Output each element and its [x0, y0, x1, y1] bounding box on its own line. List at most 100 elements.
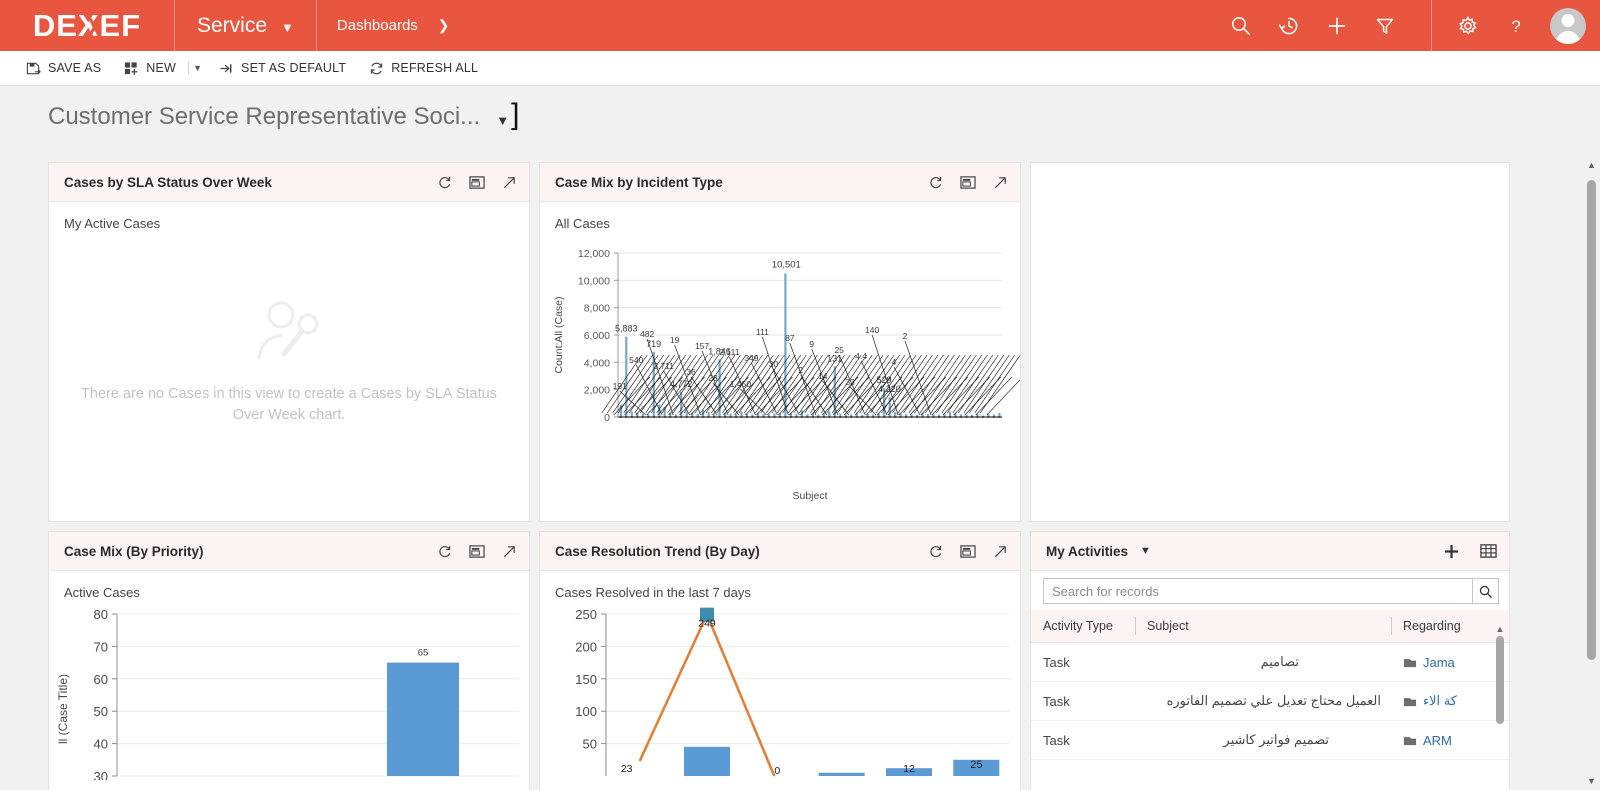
app-name-label: Service	[197, 14, 267, 38]
cell-subject[interactable]: تصميم فواتير كاشير	[1135, 721, 1391, 760]
table-row[interactable]: Task تصاميم Jama	[1031, 643, 1509, 682]
column-subject[interactable]: Subject	[1135, 610, 1391, 643]
regarding-wrap: ARM	[1403, 733, 1503, 748]
bar	[684, 747, 730, 776]
chart-case-mix-by-priority[interactable]: 30405060708065ll (Case Title)	[49, 600, 529, 780]
refresh-all-button[interactable]: REFRESH ALL	[369, 61, 491, 76]
select-view-icon[interactable]	[960, 544, 976, 559]
activities-scrollbar[interactable]: ▲	[1494, 624, 1506, 788]
save-as-button[interactable]: SAVE AS	[26, 61, 114, 76]
tile-canvas[interactable]: 501001502002502324901225	[540, 600, 1020, 790]
search-submit-icon[interactable]	[1472, 579, 1498, 603]
dashboard-selector-chevron-icon[interactable]: ▼	[496, 113, 509, 128]
dashboard-scrollbar[interactable]: ▲ ▼	[1583, 156, 1600, 790]
cell-regarding[interactable]: كة الاء	[1391, 682, 1509, 721]
advanced-find-icon[interactable]	[1361, 0, 1409, 51]
table-row[interactable]: Task تصميم فواتير كاشير ARM	[1031, 721, 1509, 760]
bar-data-label: 65	[418, 648, 429, 659]
chart-case-resolution-trend[interactable]: 501001502002502324901225	[540, 600, 1020, 780]
add-record-icon[interactable]	[1443, 543, 1460, 560]
refresh-icon[interactable]	[437, 175, 452, 190]
chevron-down-icon[interactable]: ▼	[1140, 545, 1151, 557]
refresh-icon[interactable]	[928, 175, 943, 190]
search-input[interactable]	[1044, 579, 1472, 603]
cell-regarding[interactable]: ARM	[1391, 721, 1509, 760]
refresh-icon[interactable]	[437, 544, 452, 559]
svg-text:157: 157	[695, 341, 709, 351]
new-dropdown-chevron-icon[interactable]: ▼	[188, 61, 206, 75]
search-icon[interactable]	[1217, 0, 1265, 51]
expand-icon[interactable]	[993, 175, 1008, 190]
dashboard-grid: Cases by SLA Status Over Week My Activ	[0, 156, 1516, 790]
svg-text:50: 50	[94, 704, 108, 719]
svg-text:40: 40	[94, 737, 108, 752]
search-box[interactable]	[1043, 578, 1499, 604]
history-icon[interactable]	[1265, 0, 1313, 51]
svg-text:12: 12	[903, 763, 915, 775]
tile-canvas[interactable]: 12,00010,0008,0006,0004,0002,000010,5015…	[540, 231, 1020, 521]
new-button[interactable]: NEW	[124, 61, 184, 76]
svg-text:60: 60	[94, 672, 108, 687]
table-row[interactable]: Task العميل محتاج تعديل علي تصميم الفاتو…	[1031, 682, 1509, 721]
save-as-label: SAVE AS	[48, 61, 101, 75]
scroll-thumb[interactable]	[1496, 636, 1504, 724]
cell-subject[interactable]: تصاميم	[1135, 643, 1391, 682]
case-record-icon	[1403, 695, 1417, 708]
svg-text:8,000: 8,000	[584, 303, 610, 315]
select-view-icon[interactable]	[469, 544, 485, 559]
select-view-icon[interactable]	[960, 175, 976, 190]
scroll-thumb[interactable]	[1587, 180, 1596, 660]
avatar-head-icon	[1562, 14, 1575, 27]
y-axis-label: Count:All (Case)	[553, 296, 565, 373]
dashboard-row-2: Case Mix (By Priority) Active Cases	[48, 531, 1516, 790]
open-grid-icon[interactable]	[1480, 543, 1497, 559]
bar	[740, 412, 742, 418]
scroll-up-arrow-icon[interactable]: ▲	[1587, 160, 1596, 170]
activities-title: My Activities	[1046, 544, 1128, 559]
case-record-icon	[1403, 734, 1417, 747]
tile-title: Cases by SLA Status Over Week	[64, 175, 272, 190]
y-axis-label: ll (Case Title)	[56, 674, 70, 744]
user-avatar[interactable]	[1550, 8, 1586, 44]
scroll-track[interactable]	[1583, 170, 1600, 776]
tile-header: Case Mix (By Priority)	[49, 532, 529, 571]
scroll-up-arrow-icon[interactable]: ▲	[1494, 624, 1506, 634]
svg-text:19: 19	[670, 335, 680, 345]
app-switcher[interactable]: Service ▼	[175, 0, 317, 51]
set-as-default-button[interactable]: SET AS DEFAULT	[218, 61, 359, 76]
breadcrumb[interactable]: Dashboards ❯	[317, 0, 450, 51]
expand-icon[interactable]	[502, 544, 517, 559]
cell-activity-type: Task	[1031, 682, 1135, 721]
refresh-icon[interactable]	[928, 544, 943, 559]
chevron-down-icon[interactable]: ▼	[281, 21, 294, 34]
regarding-wrap: كة الاء	[1403, 693, 1503, 709]
tile-title: Case Mix (By Priority)	[64, 544, 204, 559]
chevron-right-icon[interactable]: ❯	[438, 17, 450, 34]
column-activity-type[interactable]: Activity Type	[1031, 610, 1135, 643]
panel-my-activities: My Activities ▼	[1030, 531, 1510, 790]
svg-text:12,000: 12,000	[578, 248, 610, 260]
tile-subtitle: Cases Resolved in the last 7 days	[540, 571, 1020, 600]
tile-canvas[interactable]: 30405060708065ll (Case Title)	[49, 600, 529, 790]
chart-case-mix-by-incident-type[interactable]: 12,00010,0008,0006,0004,0002,000010,5015…	[540, 231, 1020, 521]
tile-actions	[437, 175, 517, 190]
save-as-icon	[26, 61, 41, 76]
tile-title: Case Mix by Incident Type	[555, 175, 723, 190]
column-regarding[interactable]: Regarding	[1391, 610, 1509, 643]
select-view-icon[interactable]	[469, 175, 485, 190]
svg-text:4.4: 4.4	[855, 351, 867, 361]
app-logo[interactable]: DEXEF	[0, 0, 175, 51]
activities-table-body: Task تصاميم Jama Task العميل مح	[1031, 643, 1509, 760]
empty-state: There are no Cases in this view to creat…	[49, 231, 529, 521]
help-question-icon[interactable]: ?	[1492, 0, 1540, 51]
quick-create-icon[interactable]	[1313, 0, 1361, 51]
cell-regarding[interactable]: Jama	[1391, 643, 1509, 682]
cell-subject[interactable]: العميل محتاج تعديل علي تصميم الفاتوره	[1135, 682, 1391, 721]
settings-gear-icon[interactable]	[1444, 0, 1492, 51]
expand-icon[interactable]	[502, 175, 517, 190]
scroll-down-arrow-icon[interactable]: ▼	[1587, 776, 1596, 790]
nav-icon-group-primary	[1217, 0, 1432, 51]
svg-text:70: 70	[94, 639, 108, 654]
expand-icon[interactable]	[993, 544, 1008, 559]
tile-case-mix-by-priority: Case Mix (By Priority) Active Cases	[48, 531, 530, 790]
